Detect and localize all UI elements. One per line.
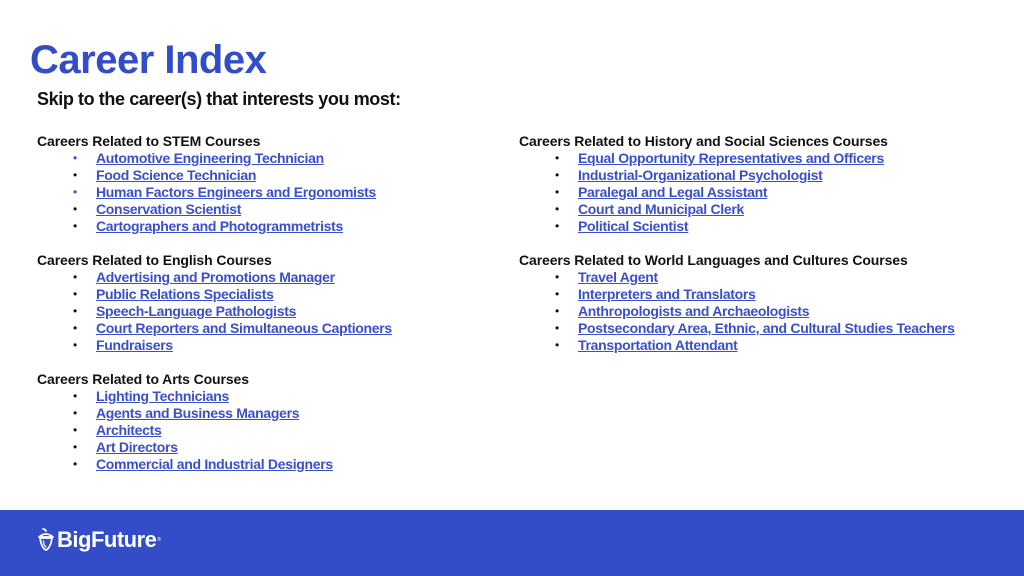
bullet-icon: •: [73, 440, 78, 454]
list-item: • Political Scientist: [519, 218, 955, 235]
list-item: • Court and Municipal Clerk: [519, 201, 955, 218]
career-link-political-scientist[interactable]: Political Scientist: [578, 218, 689, 234]
left-column: Careers Related to STEM Courses • Automoti…: [37, 133, 392, 490]
career-section-stem-courses: Careers Related to STEM Courses • Automoti…: [37, 133, 392, 235]
list-item: • Anthropologists and Archaeologists: [519, 303, 955, 320]
career-link-postsecondary-area-ethnic-and-cultural-studies-teachers[interactable]: Postsecondary Area, Ethnic, and Cultural…: [578, 320, 955, 336]
list-item: • Transportation Attendant: [519, 337, 955, 354]
career-link-industrial-organizational-psychologist[interactable]: Industrial-Organizational Psychologist: [578, 167, 823, 183]
bigfuture-logo[interactable]: BigFuture ®: [37, 527, 161, 553]
list-item: • Postsecondary Area, Ethnic, and Cultura…: [519, 320, 955, 337]
section-heading: Careers Related to Arts Courses: [37, 371, 249, 387]
section-heading: Careers Related to History and Social Sc…: [519, 133, 888, 149]
acorn-icon: [38, 528, 54, 551]
career-link-art-directors[interactable]: Art Directors: [96, 439, 178, 455]
list-item: • Speech-Language Pathologists: [37, 303, 392, 320]
bullet-icon: •: [73, 219, 78, 233]
career-list: • Advertising and Promotions Manager • Publ…: [37, 269, 392, 354]
list-item: • Automotive Engineering Technician: [37, 150, 392, 167]
bullet-icon: •: [73, 202, 78, 216]
list-item: • Agents and Business Managers: [37, 405, 392, 422]
career-link-conservation-scientist[interactable]: Conservation Scientist: [96, 201, 241, 217]
bullet-icon: •: [73, 168, 78, 182]
list-item: • Equal Opportunity Representatives and O…: [519, 150, 955, 167]
list-item: • Lighting Technicians: [37, 388, 392, 405]
career-link-architects[interactable]: Architects: [96, 422, 162, 438]
career-link-fundraisers[interactable]: Fundraisers: [96, 337, 173, 353]
career-link-commercial-and-industrial-designers[interactable]: Commercial and Industrial Designers: [96, 456, 333, 472]
bullet-icon: •: [555, 151, 560, 165]
list-item: • Cartographers and Photogrammetrists: [37, 218, 392, 235]
bullet-icon: •: [73, 406, 78, 420]
section-heading: Careers Related to World Languages and C…: [519, 252, 908, 268]
list-item: • Human Factors Engineers and Ergonomists: [37, 184, 392, 201]
bullet-icon: •: [73, 270, 78, 284]
career-link-advertising-and-promotions-manager[interactable]: Advertising and Promotions Manager: [96, 269, 335, 285]
career-list: • Equal Opportunity Representatives and O…: [519, 150, 955, 235]
bullet-icon: •: [73, 457, 78, 471]
career-link-cartographers-and-photogrammetrists[interactable]: Cartographers and Photogrammetrists: [96, 218, 343, 234]
career-link-food-science-technician[interactable]: Food Science Technician: [96, 167, 256, 183]
list-item: • Commercial and Industrial Designers: [37, 456, 392, 473]
list-item: • Food Science Technician: [37, 167, 392, 184]
bullet-icon: •: [73, 304, 78, 318]
career-list: • Automotive Engineering Technician • Food …: [37, 150, 392, 235]
bullet-icon: •: [73, 389, 78, 403]
section-heading: Careers Related to STEM Courses: [37, 133, 261, 149]
career-section-arts-courses: Careers Related to Arts Courses • Lighting…: [37, 371, 392, 473]
list-item: • Court Reporters and Simultaneous Captio…: [37, 320, 392, 337]
list-item: • Industrial-Organizational Psychologist: [519, 167, 955, 184]
bullet-icon: •: [555, 185, 560, 199]
page-title: Career Index: [30, 38, 267, 82]
list-item: • Architects: [37, 422, 392, 439]
bullet-icon: •: [555, 338, 560, 352]
career-link-automotive-engineering-technician[interactable]: Automotive Engineering Technician: [96, 150, 324, 166]
career-link-lighting-technicians[interactable]: Lighting Technicians: [96, 388, 229, 404]
trademark-symbol: ®: [157, 537, 162, 543]
career-link-equal-opportunity-representatives-and-officers[interactable]: Equal Opportunity Representatives and Of…: [578, 150, 884, 166]
career-section-world-languages-and-cultures-courses: Careers Related to World Languages and C…: [519, 252, 955, 354]
list-item: • Paralegal and Legal Assistant: [519, 184, 955, 201]
bullet-icon: •: [73, 151, 78, 165]
list-item: • Fundraisers: [37, 337, 392, 354]
section-heading: Careers Related to English Courses: [37, 252, 272, 268]
bullet-icon: •: [73, 338, 78, 352]
career-link-transportation-attendant[interactable]: Transportation Attendant: [578, 337, 738, 353]
bullet-icon: •: [555, 304, 560, 318]
career-link-public-relations-specialists[interactable]: Public Relations Specialists: [96, 286, 274, 302]
logo-wordmark: BigFuture: [57, 527, 157, 552]
career-link-interpreters-and-translators[interactable]: Interpreters and Translators: [578, 286, 756, 302]
bullet-icon: •: [73, 423, 78, 437]
page-subtitle: Skip to the career(s) that interests you…: [37, 89, 401, 109]
bullet-icon: •: [555, 287, 560, 301]
footer-bar: BigFuture ®: [0, 510, 1024, 576]
career-link-speech-language-pathologists[interactable]: Speech-Language Pathologists: [96, 303, 296, 319]
list-item: • Advertising and Promotions Manager: [37, 269, 392, 286]
list-item: • Travel Agent: [519, 269, 955, 286]
career-list: • Lighting Technicians • Agents and Busines…: [37, 388, 392, 473]
career-link-anthropologists-and-archaeologists[interactable]: Anthropologists and Archaeologists: [578, 303, 809, 319]
career-link-court-reporters-and-simultaneous-captioners[interactable]: Court Reporters and Simultaneous Caption…: [96, 320, 392, 336]
list-item: • Interpreters and Translators: [519, 286, 955, 303]
career-list: • Travel Agent • Interpreters and Translato…: [519, 269, 955, 354]
list-item: • Conservation Scientist: [37, 201, 392, 218]
career-link-agents-and-business-managers[interactable]: Agents and Business Managers: [96, 405, 300, 421]
list-item: • Public Relations Specialists: [37, 286, 392, 303]
bullet-icon: •: [555, 321, 560, 335]
career-link-travel-agent[interactable]: Travel Agent: [578, 269, 658, 285]
bullet-icon: •: [555, 202, 560, 216]
right-column: Careers Related to History and Social Sc…: [519, 133, 955, 371]
career-section-history-and-social-sciences-courses: Careers Related to History and Social Sc…: [519, 133, 955, 235]
career-link-court-and-municipal-clerk[interactable]: Court and Municipal Clerk: [578, 201, 744, 217]
list-item: • Art Directors: [37, 439, 392, 456]
career-section-english-courses: Careers Related to English Courses • Adver…: [37, 252, 392, 354]
career-link-human-factors-engineers-and-ergonomists[interactable]: Human Factors Engineers and Ergonomists: [96, 184, 376, 200]
bullet-icon: •: [555, 168, 560, 182]
career-link-paralegal-and-legal-assistant[interactable]: Paralegal and Legal Assistant: [578, 184, 767, 200]
bullet-icon: •: [555, 219, 560, 233]
bullet-icon: •: [73, 185, 78, 199]
bullet-icon: •: [555, 270, 560, 284]
bullet-icon: •: [73, 287, 78, 301]
bullet-icon: •: [73, 321, 78, 335]
